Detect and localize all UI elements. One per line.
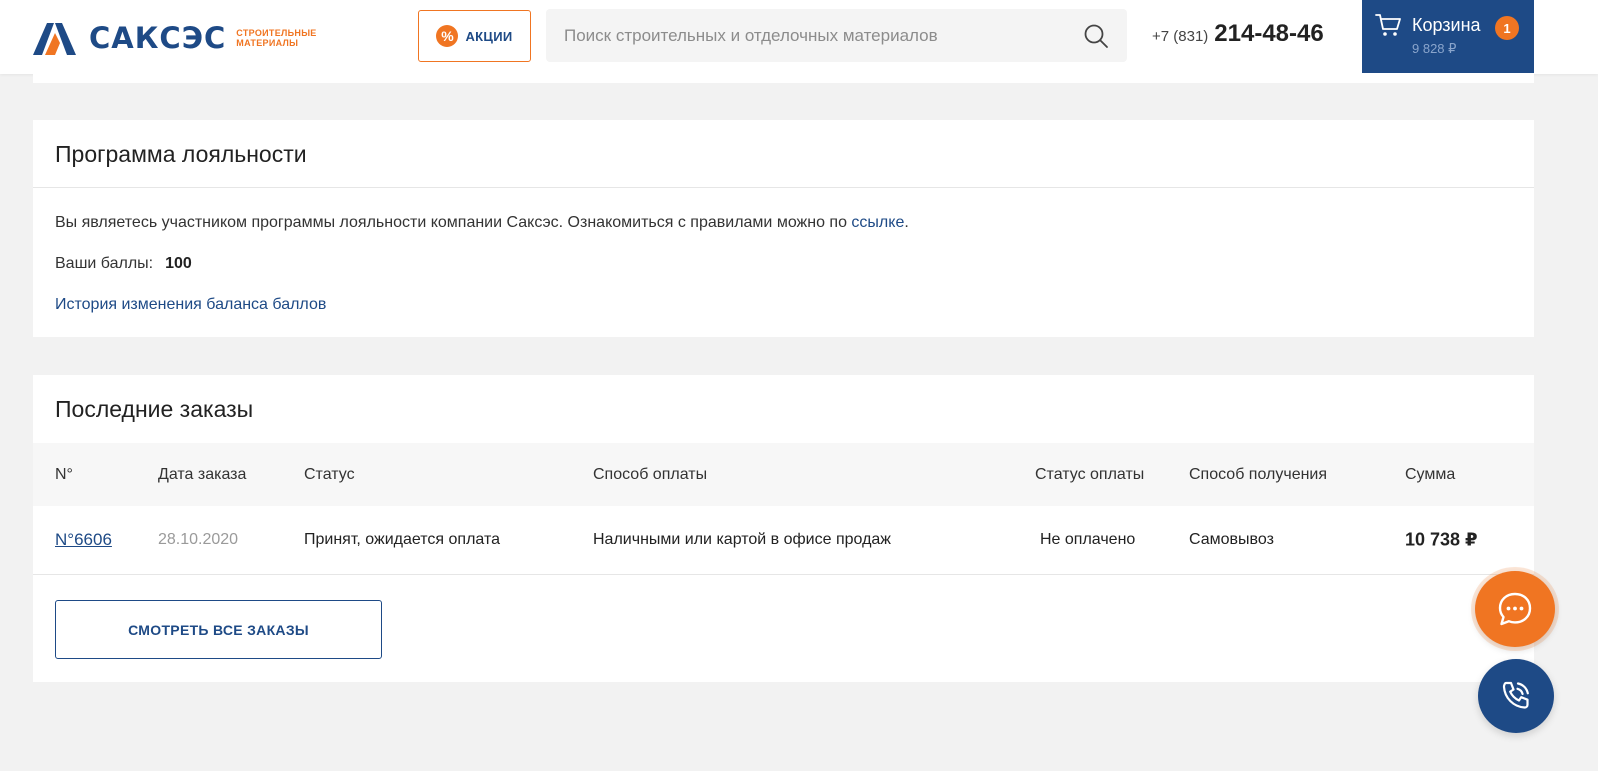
points-row: Ваши баллы: 100: [55, 255, 192, 273]
orders-table: N° Дата заказа Статус Способ оплаты Стат…: [33, 443, 1534, 575]
search-input[interactable]: [546, 9, 1083, 62]
loyalty-card: Программа лояльности Вы являетесь участн…: [33, 120, 1534, 337]
phone-link[interactable]: +7 (831) 214-48-46: [1152, 20, 1324, 48]
order-status: Принят, ожидается оплата: [304, 531, 500, 548]
search-bar: [546, 9, 1127, 62]
phone-call-icon: [1502, 681, 1529, 709]
logo-wordmark: САКСЭС: [89, 20, 227, 55]
col-header-payment-status: Статус оплаты: [1035, 465, 1145, 483]
col-header-date: Дата заказа: [158, 465, 247, 483]
promo-button[interactable]: % АКЦИИ: [418, 10, 531, 62]
table-header: N° Дата заказа Статус Способ оплаты Стат…: [33, 443, 1534, 506]
percent-icon: %: [436, 25, 459, 47]
cart-count-badge: 1: [1495, 16, 1519, 40]
cart-sum: 9 828 ₽: [1412, 41, 1457, 56]
logo-tagline-line2: МАТЕРИАЛЫ: [236, 38, 299, 48]
chat-button[interactable]: [1475, 571, 1555, 647]
cart-icon: [1375, 14, 1401, 36]
logo[interactable]: САКСЭС СТРОИТЕЛЬНЫЕ МАТЕРИАЛЫ: [33, 20, 317, 56]
previous-card-edge: [33, 74, 1534, 83]
col-header-status: Статус: [304, 465, 355, 483]
order-payment-method: Наличными или картой в офисе продаж: [593, 531, 891, 548]
orders-title: Последние заказы: [55, 396, 254, 422]
logo-mark-icon: [33, 23, 76, 55]
call-button[interactable]: [1478, 659, 1554, 733]
order-date: 28.10.2020: [158, 531, 239, 548]
loyalty-text-end: .: [904, 214, 909, 231]
cart-title: Корзина: [1412, 15, 1481, 35]
divider: [33, 187, 1534, 188]
logo-tagline: СТРОИТЕЛЬНЫЕ МАТЕРИАЛЫ: [236, 28, 316, 48]
search-icon[interactable]: [1083, 23, 1109, 49]
cart-button[interactable]: Корзина 1 9 828 ₽: [1362, 0, 1534, 73]
points-value: 100: [165, 255, 192, 272]
col-header-delivery: Способ получения: [1189, 465, 1328, 483]
order-sum: 10 738 ₽: [1405, 529, 1478, 550]
phone-number: 214-48-46: [1214, 20, 1324, 47]
table-row: N°6606 28.10.2020 Принят, ожидается опла…: [33, 506, 1534, 575]
order-payment-status: Не оплачено: [1040, 531, 1136, 548]
points-history-link[interactable]: История изменения баланса баллов: [55, 296, 326, 314]
loyalty-text: Вы являетесь участником программы лояльн…: [55, 214, 852, 231]
orders-card: Последние заказы N° Дата заказа Статус С…: [33, 375, 1534, 682]
col-header-num: N°: [55, 465, 73, 483]
loyalty-description: Вы являетесь участником программы лояльн…: [55, 214, 909, 232]
order-delivery: Самовывоз: [1189, 531, 1274, 548]
logo-tagline-line1: СТРОИТЕЛЬНЫЕ: [236, 28, 317, 38]
view-all-orders-button[interactable]: СМОТРЕТЬ ВСЕ ЗАКАЗЫ: [55, 600, 382, 659]
chat-icon: [1498, 592, 1532, 626]
order-number-link[interactable]: N°6606: [55, 530, 112, 550]
col-header-sum: Сумма: [1405, 465, 1456, 483]
loyalty-title: Программа лояльности: [55, 141, 307, 167]
col-header-payment: Способ оплаты: [593, 465, 708, 483]
promo-label: АКЦИИ: [465, 28, 513, 44]
site-header: САКСЭС СТРОИТЕЛЬНЫЕ МАТЕРИАЛЫ % АКЦИИ +7…: [0, 0, 1598, 74]
rules-link[interactable]: ссылке: [851, 214, 904, 231]
points-label: Ваши баллы:: [55, 255, 154, 272]
phone-code: +7 (831): [1152, 28, 1209, 45]
